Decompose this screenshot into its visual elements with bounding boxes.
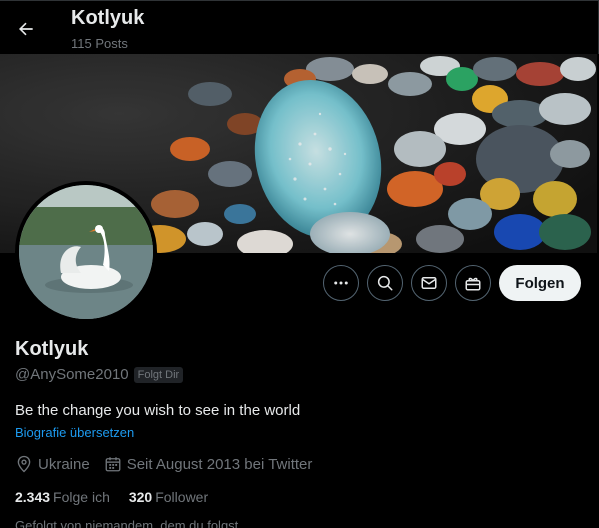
translate-bio-link[interactable]: Biografie übersetzen xyxy=(15,425,134,440)
profile-actions: Folgen xyxy=(0,265,599,301)
follow-button[interactable]: Folgen xyxy=(499,265,581,301)
followed-by-text: Gefolgt von niemandem, dem du folgst xyxy=(15,518,239,528)
profile-bio: Be the change you wish to see in the wor… xyxy=(15,402,301,419)
follows-you-badge: Folgt Dir xyxy=(133,366,184,383)
back-arrow-icon xyxy=(19,22,33,36)
search-icon xyxy=(377,275,393,291)
location-pin-icon xyxy=(17,455,31,473)
following-link[interactable]: 2.343 Folge ich xyxy=(15,489,110,505)
top-bar: Kotlyuk 115 Posts xyxy=(0,0,599,54)
subscribe-icon xyxy=(465,277,481,291)
follow-stats: 2.343 Folge ich 320 Follower xyxy=(15,489,227,505)
subscribe-button[interactable] xyxy=(455,265,491,301)
profile-name: Kotlyuk xyxy=(15,338,89,360)
more-button[interactable] xyxy=(323,265,359,301)
profile-avatar[interactable] xyxy=(15,181,157,323)
profile-meta: Ukraine Seit August 2013 bei Twitter xyxy=(15,455,326,473)
message-button[interactable] xyxy=(411,265,447,301)
handle-row: @AnySome2010 Folgt Dir xyxy=(15,366,184,383)
search-button[interactable] xyxy=(367,265,403,301)
back-button[interactable] xyxy=(12,15,40,43)
header-post-count: 115 Posts xyxy=(71,36,128,51)
following-label: Folge ich xyxy=(53,489,110,505)
joined-item: Seit August 2013 bei Twitter xyxy=(104,455,313,473)
profile-handle: @AnySome2010 xyxy=(15,366,129,383)
location-text: Ukraine xyxy=(38,455,90,473)
joined-text: Seit August 2013 bei Twitter xyxy=(126,455,313,473)
followers-link[interactable]: 320 Follower xyxy=(129,489,208,505)
header-title: Kotlyuk xyxy=(71,7,145,29)
calendar-icon xyxy=(105,457,121,472)
following-count: 2.343 xyxy=(15,489,51,505)
message-icon xyxy=(421,277,437,289)
more-icon xyxy=(334,281,348,285)
location-item: Ukraine xyxy=(15,455,90,473)
followers-count: 320 xyxy=(128,489,153,505)
followers-label: Follower xyxy=(155,489,209,505)
